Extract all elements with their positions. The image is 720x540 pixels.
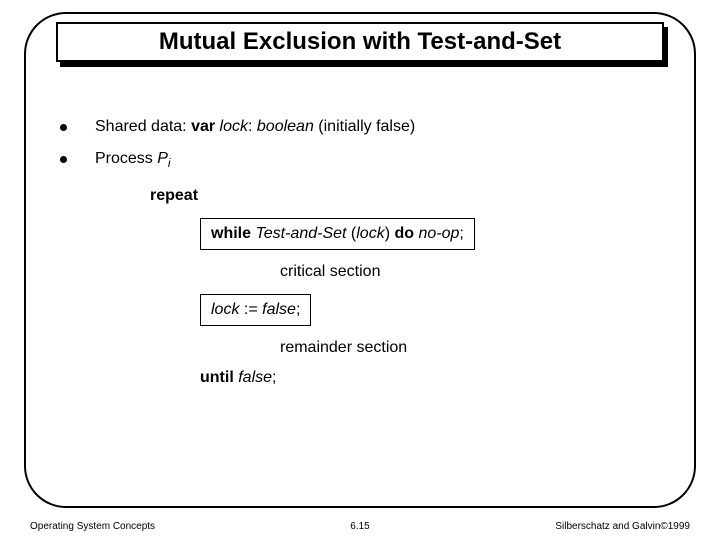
var-lock: lock [220,118,248,135]
noop: no-op [418,225,459,242]
slide-root: Mutual Exclusion with Test-and-Set Share… [0,0,720,540]
line-repeat: repeat [150,184,660,208]
semicolon: ; [459,225,463,242]
text: Shared data: [95,118,191,135]
semicolon: ; [296,301,300,318]
keyword-while: while [211,225,255,242]
bullet-text: Shared data: var lock: boolean (initiall… [95,118,415,136]
process-subscript-i: i [168,156,171,170]
keyword-do: do [394,225,418,242]
line-until: until false; [200,366,660,390]
line-while: while Test-and-Set (lock) do no-op; [200,214,660,254]
footer: Operating System Concepts 6.15 Silbersch… [30,521,690,532]
text: Process [95,150,157,167]
fn-test-and-set: Test-and-Set [255,225,350,242]
content-area: Shared data: var lock: boolean (initiall… [60,118,660,396]
text: (initially false) [318,118,415,135]
keyword-repeat: repeat [150,187,198,204]
footer-center: 6.15 [30,521,690,532]
boxed-while: while Test-and-Set (lock) do no-op; [200,218,475,250]
line-assign: lock := false; [200,290,660,330]
process-P: P [157,150,168,167]
semicolon: ; [272,369,276,386]
cond-false: false [238,369,272,386]
slide-title: Mutual Exclusion with Test-and-Set [56,22,664,62]
line-remainder-section: remainder section [280,336,660,360]
text: : [248,118,257,135]
bullet-process: Process Pi [60,150,660,170]
arg-lock: lock [356,225,384,242]
keyword-var: var [191,118,219,135]
assign-op: := [244,301,262,318]
type-boolean: boolean [257,118,318,135]
var-lock: lock [211,301,244,318]
bullet-dot-icon [60,124,67,131]
keyword-until: until [200,369,238,386]
algorithm-block: repeat while Test-and-Set (lock) do no-o… [150,184,660,390]
value-false: false [262,301,296,318]
line-critical-section: critical section [280,260,660,284]
boxed-assign: lock := false; [200,294,311,326]
bullet-dot-icon [60,156,67,163]
bullet-shared-data: Shared data: var lock: boolean (initiall… [60,118,660,136]
bullet-text: Process Pi [95,150,171,170]
title-box: Mutual Exclusion with Test-and-Set [56,22,664,62]
